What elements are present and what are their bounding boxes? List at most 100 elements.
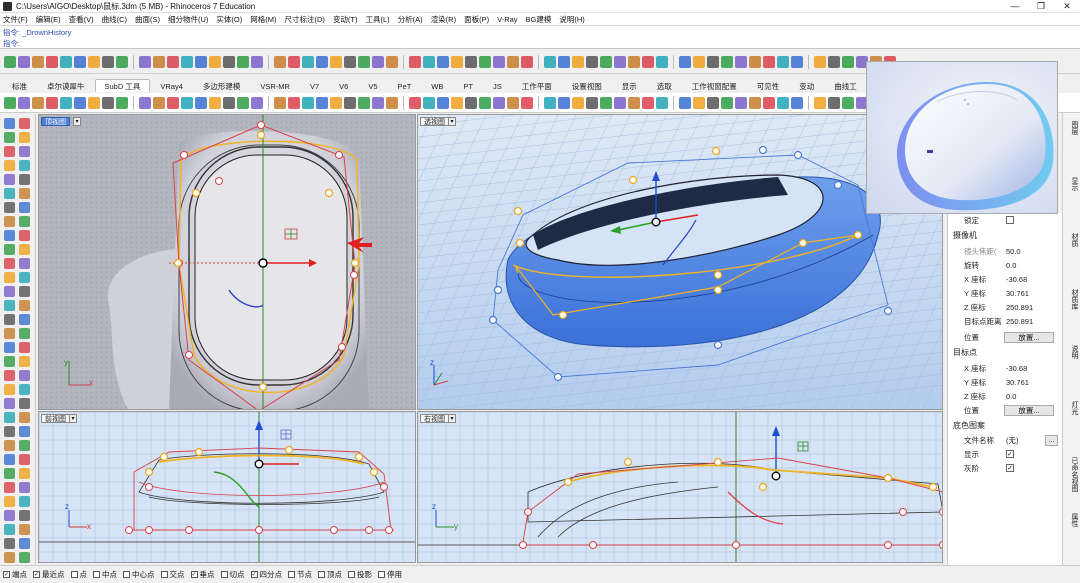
osnap-12[interactable]: 停用 <box>378 569 402 580</box>
osnap-2[interactable]: 点 <box>70 569 87 580</box>
subd-tool-icon[interactable] <box>116 96 128 109</box>
standard-tool-icon[interactable] <box>437 55 449 68</box>
tab-9[interactable]: PeT <box>388 79 422 92</box>
camera-value[interactable]: -30.68 <box>1006 275 1027 284</box>
left-tool-icon[interactable] <box>19 356 30 367</box>
tab-18[interactable]: 可见性 <box>747 79 790 92</box>
tab-3[interactable]: VRay4 <box>150 79 193 92</box>
left-tool-icon[interactable] <box>4 552 15 563</box>
left-tool-icon[interactable] <box>4 440 15 451</box>
osnap-checkbox[interactable] <box>348 571 355 578</box>
tab-1[interactable]: 卓尔谟犀牛 <box>37 79 95 92</box>
left-tool-icon[interactable] <box>4 356 15 367</box>
subd-tool-icon[interactable] <box>88 96 100 109</box>
subd-tool-icon[interactable] <box>656 96 668 109</box>
left-tool-icon[interactable] <box>4 146 15 157</box>
left-tool-icon[interactable] <box>4 412 15 423</box>
menu-panels[interactable]: 面板(P) <box>464 14 489 25</box>
left-tool-icon[interactable] <box>4 118 15 129</box>
left-tool-icon[interactable] <box>19 244 30 255</box>
left-tool-icon[interactable] <box>19 342 30 353</box>
subd-tool-icon[interactable] <box>614 96 626 109</box>
left-tool-icon[interactable] <box>19 552 30 563</box>
standard-tool-icon[interactable] <box>656 55 668 68</box>
left-tool-icon[interactable] <box>4 524 15 535</box>
subd-tool-icon[interactable] <box>46 96 58 109</box>
standard-tool-icon[interactable] <box>763 55 775 68</box>
left-tool-icon[interactable] <box>4 272 15 283</box>
standard-tool-icon[interactable] <box>707 55 719 68</box>
left-tool-icon[interactable] <box>4 132 15 143</box>
subd-tool-icon[interactable] <box>423 96 435 109</box>
left-tool-icon[interactable] <box>4 300 15 311</box>
subd-tool-icon[interactable] <box>791 96 803 109</box>
left-tool-icon[interactable] <box>4 328 15 339</box>
subd-tool-icon[interactable] <box>842 96 854 109</box>
osnap-checkbox[interactable] <box>220 571 228 578</box>
tab-10[interactable]: WB <box>421 79 453 92</box>
standard-tool-icon[interactable] <box>181 55 193 68</box>
osnap-3[interactable]: 中点 <box>93 569 117 580</box>
subd-tool-icon[interactable] <box>628 96 640 109</box>
standard-tool-icon[interactable] <box>88 55 100 68</box>
left-tool-icon[interactable] <box>19 300 30 311</box>
tab-5[interactable]: VSR-MR <box>250 79 300 92</box>
subd-tool-icon[interactable] <box>437 96 449 109</box>
standard-tool-icon[interactable] <box>18 55 30 68</box>
osnap-checkbox[interactable] <box>70 571 78 578</box>
menu-bg[interactable]: BG建模 <box>526 14 552 25</box>
subd-tool-icon[interactable] <box>60 96 72 109</box>
lock-checkbox[interactable] <box>1006 216 1014 224</box>
osnap-10[interactable]: 顶点 <box>318 569 342 580</box>
standard-tool-icon[interactable] <box>465 55 477 68</box>
osnap-checkbox[interactable]: ✓ <box>3 571 10 578</box>
osnap-6[interactable]: ✓ 垂点 <box>190 569 215 580</box>
osnap-checkbox[interactable] <box>93 571 100 578</box>
left-tool-icon[interactable] <box>19 230 30 241</box>
left-tool-icon[interactable] <box>4 314 15 325</box>
left-tool-icon[interactable] <box>4 342 15 353</box>
subd-tool-icon[interactable] <box>167 96 179 109</box>
tab-20[interactable]: 曲线工 <box>824 79 867 92</box>
viewport-perspective[interactable]: 透视图 ▾ z <box>417 114 943 410</box>
subd-tool-icon[interactable] <box>679 96 691 109</box>
target-value[interactable]: 0.0 <box>1006 392 1016 401</box>
subd-tool-icon[interactable] <box>4 96 16 109</box>
tab-2[interactable]: SubD 工具 <box>94 79 151 92</box>
standard-tool-icon[interactable] <box>32 55 44 68</box>
subd-tool-icon[interactable] <box>195 96 207 109</box>
standard-tool-icon[interactable] <box>330 55 342 68</box>
subd-tool-icon[interactable] <box>735 96 747 109</box>
left-tool-icon[interactable] <box>19 538 30 549</box>
subd-tool-icon[interactable] <box>721 96 733 109</box>
left-tool-icon[interactable] <box>19 412 30 423</box>
osnap-11[interactable]: 投影 <box>348 569 372 580</box>
viewport-front-menu[interactable]: ▾ <box>69 414 77 423</box>
standard-tool-icon[interactable] <box>288 55 300 68</box>
osnap-0[interactable]: ✓ 端点 <box>3 569 27 580</box>
standard-tool-icon[interactable] <box>274 55 286 68</box>
osnap-5[interactable]: 交点 <box>160 569 185 580</box>
standard-tool-icon[interactable] <box>74 55 86 68</box>
standard-tool-icon[interactable] <box>302 55 314 68</box>
osnap-checkbox[interactable] <box>288 571 295 578</box>
subd-tool-icon[interactable] <box>777 96 789 109</box>
side-tab-3[interactable]: 材质库 <box>1065 289 1079 310</box>
viewport-front-title[interactable]: 前视图 <box>41 414 70 423</box>
osnap-checkbox[interactable] <box>318 571 325 578</box>
viewport-top-title[interactable]: 顶视图 <box>41 117 70 126</box>
left-tool-icons[interactable] <box>0 114 36 564</box>
standard-tool-icon[interactable] <box>344 55 356 68</box>
left-tool-icon[interactable] <box>4 286 15 297</box>
standard-tool-icon[interactable] <box>679 55 691 68</box>
osnap-9[interactable]: 节点 <box>288 569 312 580</box>
left-tool-icon[interactable] <box>4 510 15 521</box>
standard-tool-icon[interactable] <box>479 55 491 68</box>
side-tab-7[interactable]: 属性 <box>1065 513 1079 527</box>
subd-tool-icon[interactable] <box>251 96 263 109</box>
viewport-right[interactable]: 右视图 ▾ z y <box>417 411 943 563</box>
left-tool-icon[interactable] <box>19 132 30 143</box>
standard-tool-icon[interactable] <box>572 55 584 68</box>
tab-16[interactable]: 选取 <box>647 79 682 92</box>
subd-tool-icon[interactable] <box>693 96 705 109</box>
